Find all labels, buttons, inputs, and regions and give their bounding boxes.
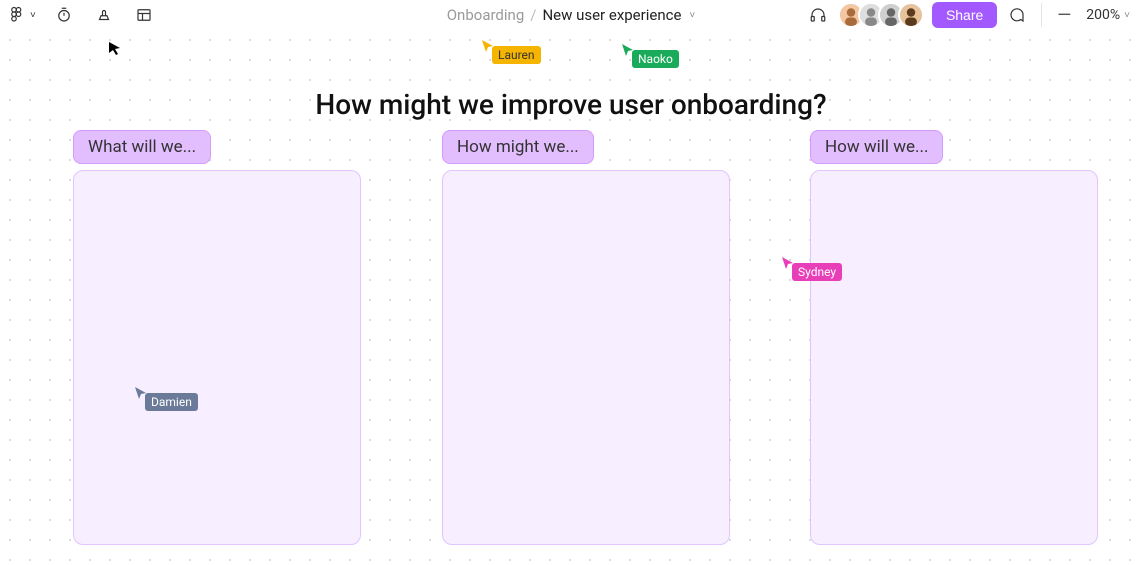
toolbar-divider xyxy=(1041,3,1042,27)
stamp-icon xyxy=(95,6,113,24)
collaborator-avatars[interactable] xyxy=(838,2,924,28)
zoom-out-button[interactable]: — xyxy=(1054,5,1074,26)
column-header-label: What will we... xyxy=(88,137,196,157)
pointer-icon xyxy=(107,40,123,56)
column-header[interactable]: How might we... xyxy=(442,130,594,164)
collaborator-cursor-sydney: Sydney xyxy=(780,255,796,271)
self-cursor xyxy=(107,40,123,56)
chevron-down-icon[interactable]: ˅ xyxy=(689,10,695,21)
canvas[interactable]: How might we improve user onboarding? Wh… xyxy=(0,30,1142,565)
layout-tool[interactable] xyxy=(132,3,156,27)
toolbar-right-group: Share — 200% ˅ xyxy=(806,2,1134,28)
pointer-icon xyxy=(480,38,496,54)
breadcrumb-parent[interactable]: Onboarding xyxy=(447,6,525,24)
avatar[interactable] xyxy=(898,2,924,28)
column-box[interactable] xyxy=(810,170,1098,545)
stopwatch-icon xyxy=(55,6,73,24)
audio-huddle-button[interactable] xyxy=(806,3,830,27)
chevron-down-icon: ˅ xyxy=(1124,10,1130,21)
breadcrumb-separator: / xyxy=(530,6,536,24)
column-header[interactable]: How will we... xyxy=(810,130,943,164)
collaborator-cursor-lauren: Lauren xyxy=(480,38,496,54)
chat-bubble-icon xyxy=(1008,6,1026,24)
column-box[interactable] xyxy=(442,170,730,545)
cursor-label: Naoko xyxy=(632,50,679,68)
board-title[interactable]: How might we improve user onboarding? xyxy=(0,88,1142,121)
breadcrumb-current[interactable]: New user experience xyxy=(542,6,681,24)
comments-button[interactable] xyxy=(1005,3,1029,27)
timer-tool[interactable] xyxy=(52,3,76,27)
figma-logo-icon xyxy=(8,6,26,24)
toolbar-left-group: ˅ xyxy=(8,3,156,27)
chevron-down-icon: ˅ xyxy=(30,10,36,21)
pointer-icon xyxy=(780,255,796,271)
column-box[interactable] xyxy=(73,170,361,545)
headphones-icon xyxy=(809,6,827,24)
top-toolbar: ˅ Onboarding / New user experience ˅ Sha… xyxy=(0,0,1142,30)
share-button[interactable]: Share xyxy=(932,2,997,28)
zoom-level-dropdown[interactable]: 200% ˅ xyxy=(1082,7,1134,23)
breadcrumb: Onboarding / New user experience ˅ xyxy=(447,6,696,24)
column-header-label: How might we... xyxy=(457,137,579,157)
collaborator-cursor-naoko: Naoko xyxy=(620,42,636,58)
cursor-label: Lauren xyxy=(492,46,541,64)
pointer-icon xyxy=(620,42,636,58)
stamp-tool[interactable] xyxy=(92,3,116,27)
zoom-level-label: 200% xyxy=(1086,7,1120,23)
figma-logo-menu[interactable]: ˅ xyxy=(8,6,36,24)
table-icon xyxy=(135,6,153,24)
column-header[interactable]: What will we... xyxy=(73,130,211,164)
column-header-label: How will we... xyxy=(825,137,928,157)
